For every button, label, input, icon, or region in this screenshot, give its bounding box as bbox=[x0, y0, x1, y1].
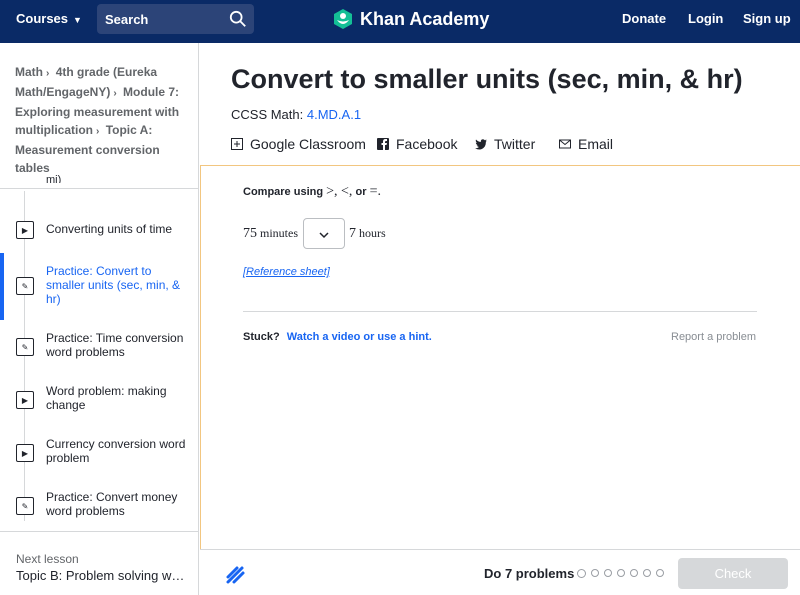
twitter-icon bbox=[475, 139, 487, 150]
share-label: Facebook bbox=[396, 136, 458, 152]
share-label: Twitter bbox=[494, 136, 536, 152]
chevron-right-icon: › bbox=[46, 68, 50, 79]
progress-dots bbox=[577, 569, 664, 578]
divider bbox=[243, 311, 757, 312]
do-problems-label: Do 7 problems bbox=[484, 566, 575, 581]
search-icon[interactable] bbox=[229, 10, 247, 28]
share-email[interactable]: Email bbox=[559, 136, 613, 152]
exercise-panel: Compare using >, <, or =. 75 minutes 7 h… bbox=[200, 165, 800, 550]
breadcrumb: Math › 4th grade (Eureka Math/EngageNY) › … bbox=[15, 63, 187, 177]
facebook-icon bbox=[377, 138, 389, 150]
comparison-dropdown[interactable] bbox=[303, 218, 345, 249]
brand-name: Khan Academy bbox=[360, 8, 490, 29]
progress-dot bbox=[630, 569, 638, 577]
report-problem-link[interactable]: Report a problem bbox=[671, 331, 756, 343]
pencil-icon: ✎ bbox=[16, 338, 34, 356]
hint-link[interactable]: Watch a video or use a hint. bbox=[287, 331, 432, 343]
play-icon: ▶ bbox=[16, 221, 34, 239]
sidebar-item-label: Practice: Time conversion word problems bbox=[46, 331, 184, 359]
check-button[interactable]: Check bbox=[678, 558, 788, 589]
left-unit: minutes bbox=[260, 226, 298, 240]
progress-track bbox=[24, 191, 25, 521]
progress-dot bbox=[617, 569, 625, 577]
chevron-right-icon: › bbox=[113, 88, 117, 99]
page-title: Convert to smaller units (sec, min, & hr… bbox=[231, 64, 743, 94]
prompt-or: or bbox=[355, 186, 367, 198]
google-classroom-icon bbox=[231, 138, 243, 150]
signup-link[interactable]: Sign up bbox=[743, 11, 791, 26]
sidebar-item-label: Currency conversion word problem bbox=[46, 437, 186, 465]
sidebar-item-label: Converting units of time bbox=[46, 222, 173, 236]
share-twitter[interactable]: Twitter bbox=[475, 136, 535, 152]
sidebar: Math › 4th grade (Eureka Math/EngageNY) › … bbox=[0, 43, 199, 595]
next-lesson-title: Topic B: Problem solving with the additi… bbox=[16, 568, 186, 583]
next-lesson-caption: Next lesson bbox=[16, 552, 79, 566]
top-nav: Courses ▼ Search Khan Academy Donate Log… bbox=[0, 0, 800, 43]
khan-leaf-icon bbox=[334, 9, 352, 29]
pencil-icon: ✎ bbox=[16, 497, 34, 515]
ccss-standard: CCSS Math: 4.MD.A.1 bbox=[231, 107, 361, 122]
pencil-icon: ✎ bbox=[16, 277, 34, 295]
prompt-equals: =. bbox=[369, 184, 381, 199]
sidebar-item-label: Practice: Convert money word problems bbox=[46, 490, 178, 518]
ccss-link[interactable]: 4.MD.A.1 bbox=[307, 107, 361, 122]
cut-off-label: mi) bbox=[46, 175, 62, 183]
sidebar-item-label: Word problem: making change bbox=[46, 384, 167, 412]
search-placeholder: Search bbox=[105, 11, 149, 27]
exercise-footer: Do 7 problems Check bbox=[200, 549, 800, 595]
breadcrumb-math[interactable]: Math bbox=[15, 65, 43, 79]
right-unit: hours bbox=[359, 226, 386, 240]
stuck-label: Stuck? bbox=[243, 331, 280, 343]
exercise-prompt: Compare using >, <, or =. bbox=[243, 184, 381, 200]
share-label: Email bbox=[578, 136, 614, 152]
share-facebook[interactable]: Facebook bbox=[377, 136, 457, 152]
comparison-expression: 75 minutes 7 hours bbox=[243, 218, 386, 249]
brand-logo[interactable]: Khan Academy bbox=[332, 8, 489, 30]
reference-sheet-link[interactable]: [Reference sheet] bbox=[243, 266, 330, 278]
progress-dot bbox=[604, 569, 612, 577]
prompt-symbols: >, <, bbox=[326, 184, 353, 199]
login-link[interactable]: Login bbox=[688, 11, 723, 26]
play-icon: ▶ bbox=[16, 391, 34, 409]
play-icon: ▶ bbox=[16, 444, 34, 462]
courses-menu[interactable]: Courses ▼ bbox=[16, 11, 82, 26]
right-value: 7 bbox=[349, 225, 356, 241]
chevron-down-icon bbox=[319, 232, 329, 239]
donate-link[interactable]: Donate bbox=[622, 11, 666, 26]
scratchpad-icon[interactable] bbox=[225, 563, 247, 585]
share-google-classroom[interactable]: Google Classroom bbox=[231, 136, 366, 152]
left-value: 75 bbox=[243, 225, 257, 241]
share-label: Google Classroom bbox=[250, 136, 366, 152]
caret-down-icon: ▼ bbox=[73, 14, 82, 25]
progress-dot bbox=[643, 569, 651, 577]
chevron-right-icon: › bbox=[96, 126, 100, 137]
ccss-label: CCSS Math: bbox=[231, 107, 304, 122]
progress-dot bbox=[591, 569, 599, 577]
prompt-text: Compare using bbox=[243, 186, 324, 198]
active-indicator bbox=[0, 253, 4, 320]
sidebar-item-label: Practice: Convert to smaller units (sec,… bbox=[46, 264, 181, 306]
email-icon bbox=[559, 139, 571, 149]
courses-label: Courses bbox=[16, 11, 69, 26]
progress-dot bbox=[577, 569, 586, 578]
list-scroll-edge: mi) bbox=[0, 175, 198, 189]
stuck-section: Stuck? Watch a video or use a hint. bbox=[243, 331, 432, 343]
search-input[interactable]: Search bbox=[97, 4, 254, 34]
next-lesson[interactable]: Next lesson Topic B: Problem solving wit… bbox=[0, 531, 198, 595]
progress-dot bbox=[656, 569, 664, 577]
